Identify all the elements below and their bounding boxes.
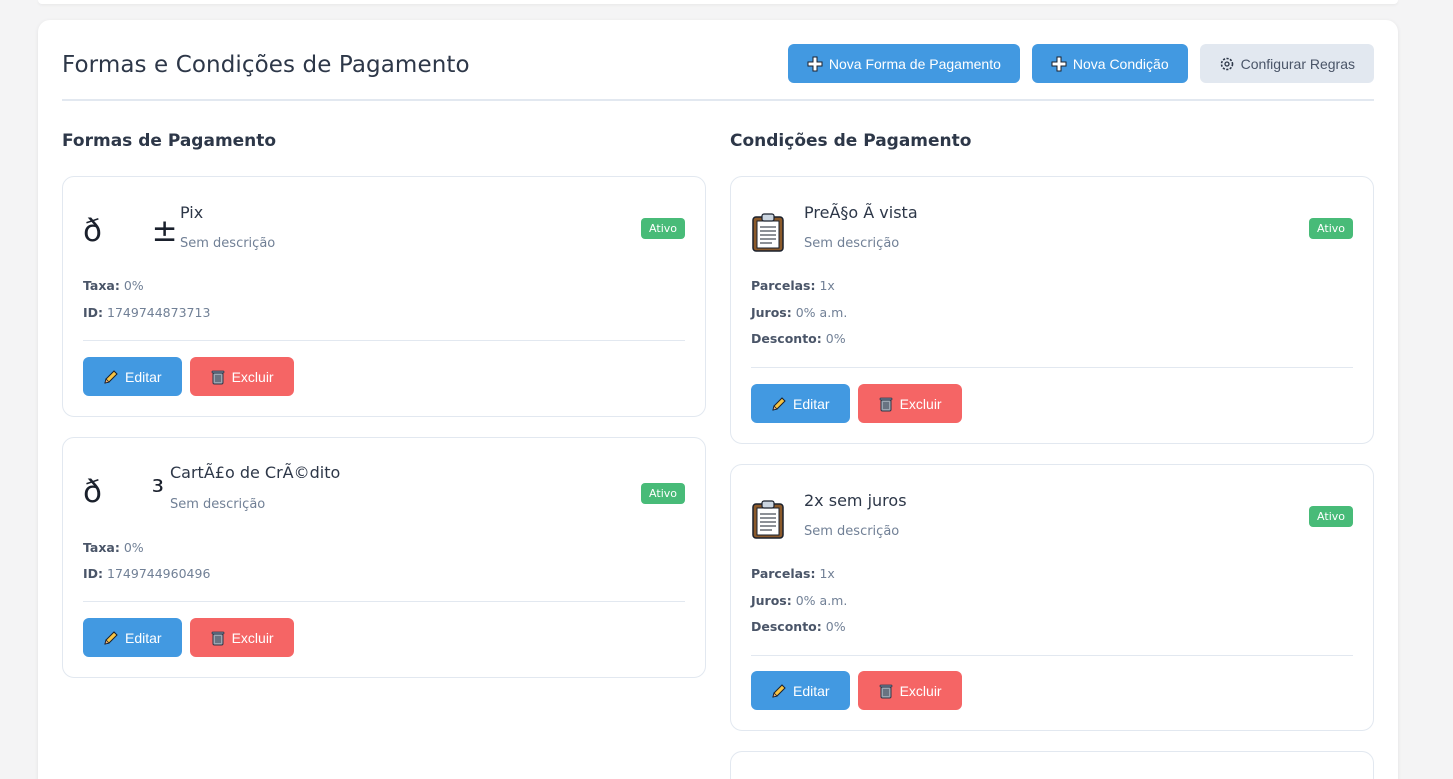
id-line: ID: 1749744873713: [83, 305, 210, 320]
payment-method-icon: ð³: [83, 474, 164, 510]
card-divider: [751, 367, 1353, 368]
delete-label: Excluir: [231, 629, 274, 646]
new-condition-button[interactable]: Nova Condição: [1031, 44, 1188, 83]
id-value: 1749744960496: [107, 566, 211, 581]
installments-value: 1x: [819, 278, 835, 293]
new-payment-method-button[interactable]: Nova Forma de Pagamento: [787, 44, 1020, 83]
edit-label: Editar: [125, 629, 162, 646]
configure-rules-label: Configurar Regras: [1240, 55, 1355, 72]
payment-method-card: ð³ CartÃ£o de CrÃ©dito Sem descrição A…: [62, 437, 706, 678]
clipboard-icon: [752, 500, 784, 539]
id-value: 1749744873713: [107, 305, 211, 320]
gear-icon: [1220, 57, 1233, 70]
card-actions: Editar Excluir: [751, 384, 962, 423]
installments-value: 1x: [819, 566, 835, 581]
interest-label: Juros:: [751, 305, 792, 320]
clipboard-icon: [752, 213, 784, 252]
interest-line: Juros: 0% a.m.: [751, 305, 847, 320]
discount-label: Desconto:: [751, 619, 822, 634]
payment-method-name: CartÃ£o de CrÃ©dito: [170, 463, 341, 482]
status-badge: Ativo: [1309, 506, 1353, 527]
payment-conditions-title: Condições de Pagamento: [730, 131, 972, 151]
interest-label: Juros:: [751, 593, 792, 608]
payment-methods-title: Formas de Pagamento: [62, 131, 277, 151]
discount-label: Desconto:: [751, 331, 822, 346]
interest-line: Juros: 0% a.m.: [751, 593, 847, 608]
page-title: Formas e Condições de Pagamento: [62, 52, 470, 78]
payment-condition-description: Sem descrição: [804, 236, 900, 251]
delete-label: Excluir: [899, 682, 942, 699]
delete-button[interactable]: Excluir: [189, 618, 294, 657]
id-line: ID: 1749744960496: [83, 566, 210, 581]
delete-label: Excluir: [231, 368, 274, 385]
fee-value: 0%: [123, 540, 144, 555]
payment-method-card: ð± Pix Sem descrição Ativo Taxa: 0% ID…: [62, 176, 706, 417]
payment-condition-description: Sem descrição: [804, 524, 900, 539]
fee-line: Taxa: 0%: [83, 278, 144, 293]
card-divider: [83, 340, 685, 341]
delete-button[interactable]: Excluir: [857, 384, 962, 423]
id-label: ID:: [83, 566, 104, 581]
trash-icon: [211, 631, 224, 645]
payment-method-icon: ð±: [83, 213, 178, 249]
interest-value: 0% a.m.: [795, 305, 848, 320]
fee-value: 0%: [123, 278, 144, 293]
installments-line: Parcelas: 1x: [751, 278, 835, 293]
fee-line: Taxa: 0%: [83, 540, 144, 555]
delete-button[interactable]: Excluir: [189, 357, 294, 396]
trash-icon: [879, 397, 892, 411]
discount-value: 0%: [825, 619, 846, 634]
card-divider: [83, 601, 685, 602]
header-divider: [62, 99, 1374, 101]
edit-label: Editar: [793, 395, 830, 412]
edit-label: Editar: [793, 682, 830, 699]
previous-panel-edge: [38, 0, 1398, 4]
discount-line: Desconto: 0%: [751, 619, 846, 634]
payment-condition-name: PreÃ§o Ã vista: [804, 203, 918, 222]
payment-method-description: Sem descrição: [180, 236, 276, 251]
delete-button[interactable]: Excluir: [857, 671, 962, 710]
payment-condition-card: [730, 751, 1374, 779]
plus-icon: [1051, 56, 1067, 71]
trash-icon: [211, 370, 224, 384]
installments-label: Parcelas:: [751, 566, 816, 581]
installments-label: Parcelas:: [751, 278, 816, 293]
fee-label: Taxa:: [83, 278, 120, 293]
installments-line: Parcelas: 1x: [751, 566, 835, 581]
fee-label: Taxa:: [83, 540, 120, 555]
card-actions: Editar Excluir: [751, 671, 962, 710]
delete-label: Excluir: [899, 395, 942, 412]
edit-button[interactable]: Editar: [751, 671, 850, 710]
pencil-icon: [104, 369, 118, 384]
id-label: ID:: [83, 305, 104, 320]
status-badge: Ativo: [641, 483, 685, 504]
interest-value: 0% a.m.: [795, 593, 848, 608]
edit-button[interactable]: Editar: [751, 384, 850, 423]
card-actions: Editar Excluir: [83, 618, 294, 657]
new-condition-label: Nova Condição: [1072, 55, 1169, 72]
discount-line: Desconto: 0%: [751, 331, 846, 346]
payment-method-description: Sem descrição: [170, 497, 266, 512]
pencil-icon: [104, 630, 118, 645]
edit-button[interactable]: Editar: [83, 618, 182, 657]
payment-condition-card: 2x sem juros Sem descrição Ativo Parcela…: [730, 464, 1374, 731]
pencil-icon: [772, 396, 786, 411]
discount-value: 0%: [825, 331, 846, 346]
new-payment-method-label: Nova Forma de Pagamento: [828, 55, 1001, 72]
header-actions: Nova Forma de Pagamento Nova Condição Co…: [787, 44, 1374, 83]
pencil-icon: [772, 683, 786, 698]
configure-rules-button[interactable]: Configurar Regras: [1199, 44, 1374, 83]
payment-condition-card: PreÃ§o Ã vista Sem descrição Ativo Parce…: [730, 176, 1374, 444]
payment-condition-name: 2x sem juros: [804, 491, 907, 510]
edit-label: Editar: [125, 368, 162, 385]
status-badge: Ativo: [641, 218, 685, 239]
trash-icon: [879, 684, 892, 698]
card-divider: [751, 655, 1353, 656]
plus-icon: [807, 56, 823, 71]
status-badge: Ativo: [1309, 218, 1353, 239]
edit-button[interactable]: Editar: [83, 357, 182, 396]
payment-settings-panel: Formas e Condições de Pagamento Nova For…: [38, 20, 1398, 779]
payment-method-name: Pix: [180, 203, 204, 222]
card-actions: Editar Excluir: [83, 357, 294, 396]
